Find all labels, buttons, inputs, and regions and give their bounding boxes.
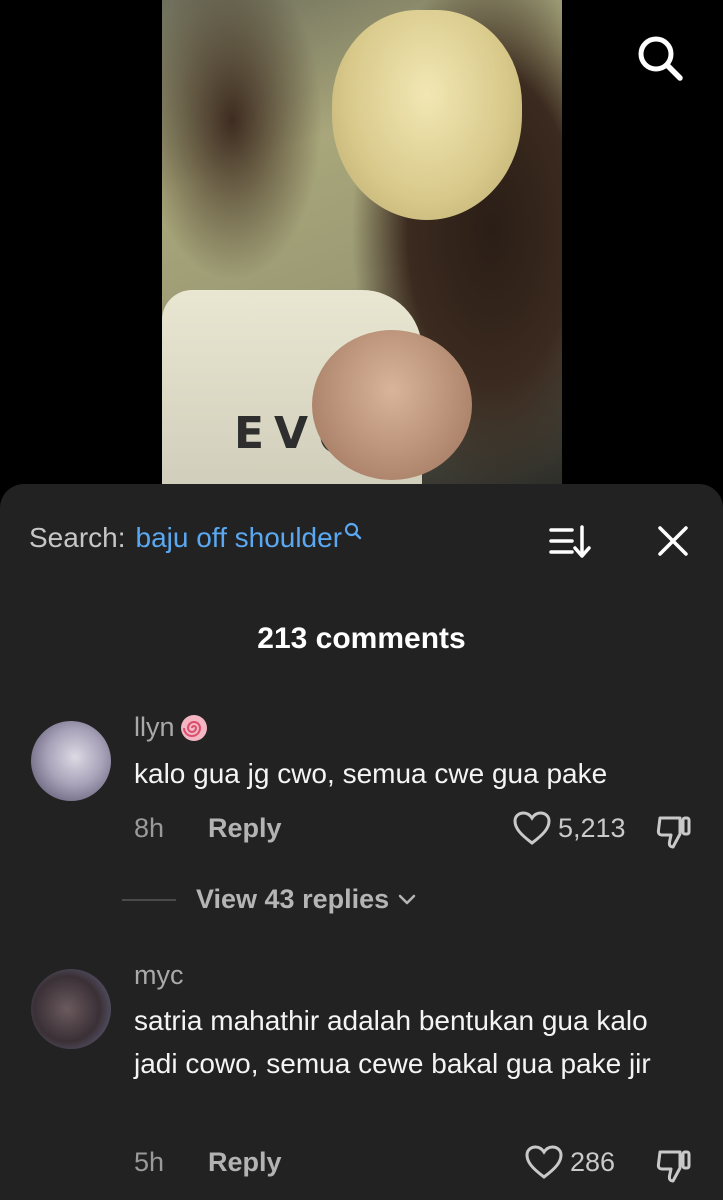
reply-button[interactable]: Reply — [208, 1147, 282, 1178]
search-icon — [344, 522, 362, 540]
chevron-down-icon — [398, 894, 416, 904]
video-hand — [312, 330, 472, 480]
comment-time: 5h — [134, 1147, 165, 1177]
search-term-link[interactable]: baju off shoulder — [136, 522, 343, 554]
screen: EV● Search: baju off shoulder 213 commen… — [0, 0, 723, 1200]
comments-count: 213 comments — [257, 622, 466, 655]
comment-username[interactable]: myc — [134, 960, 184, 991]
heart-icon — [513, 811, 551, 845]
like-button[interactable]: 286 — [524, 1144, 615, 1180]
comment-text: kalo gua jg cwo, semua cwe gua pake — [134, 758, 608, 789]
search-button[interactable] — [632, 30, 688, 86]
video-face — [332, 10, 522, 220]
avatar[interactable] — [31, 969, 111, 1049]
search-label: Search: — [29, 522, 126, 553]
close-icon — [658, 526, 688, 556]
sort-icon — [549, 525, 591, 558]
comment-username[interactable]: llyn — [134, 712, 209, 743]
username-text: llyn — [134, 712, 175, 742]
search-icon — [638, 36, 683, 81]
heart-icon — [525, 1145, 563, 1179]
like-count: 5,213 — [558, 812, 626, 843]
video-player[interactable]: EV● — [162, 0, 562, 500]
like-button[interactable]: 5,213 — [512, 810, 626, 846]
dislike-button[interactable] — [654, 812, 694, 852]
sort-button[interactable] — [548, 522, 592, 562]
avatar[interactable] — [31, 721, 111, 801]
dislike-button[interactable] — [654, 1146, 694, 1186]
search-suggestion[interactable]: Search: baju off shoulder — [29, 516, 362, 560]
close-button[interactable] — [652, 520, 694, 562]
thumbs-down-icon — [656, 816, 691, 849]
view-replies-label: View 43 replies — [196, 884, 390, 914]
comment-time: 8h — [134, 813, 165, 843]
replies-divider — [122, 898, 176, 901]
reply-button[interactable]: Reply — [208, 813, 282, 844]
thumbs-down-icon — [656, 1150, 691, 1183]
username-text: myc — [134, 960, 184, 990]
view-replies-button[interactable]: View 43 replies — [122, 884, 417, 915]
comment-text: satria mahathir adalah bentukan gua kalo… — [134, 1005, 651, 1079]
like-count: 286 — [570, 1146, 616, 1177]
comments-sheet: Search: baju off shoulder 213 comments l… — [0, 484, 723, 1200]
swirl-badge-icon — [180, 714, 207, 741]
